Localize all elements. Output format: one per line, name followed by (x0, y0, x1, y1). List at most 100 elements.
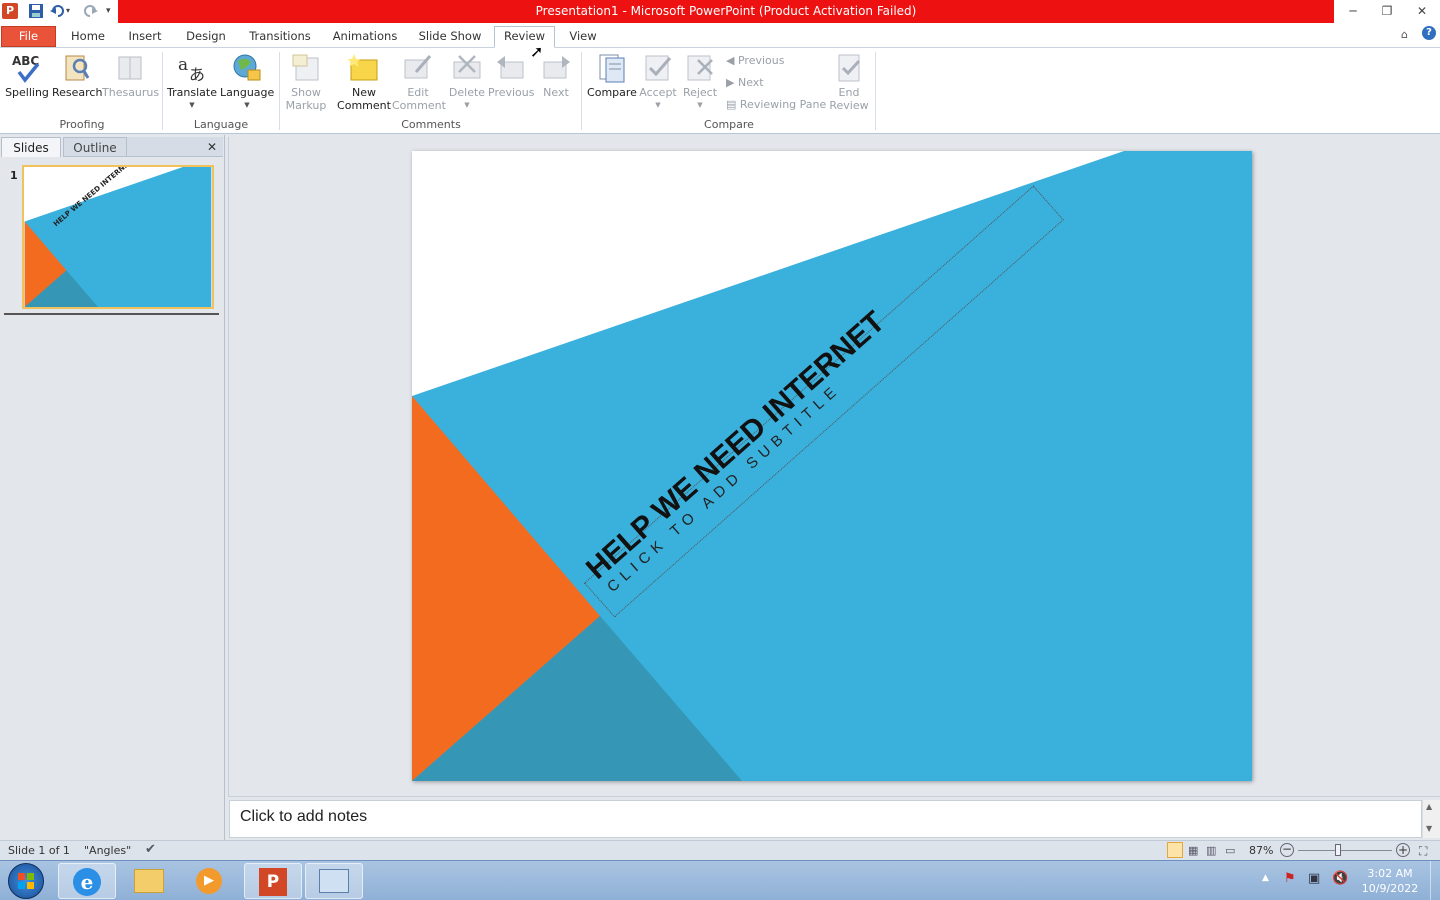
fit-to-window-icon[interactable]: ⛶ (1419, 842, 1427, 860)
language-globe-icon (231, 52, 263, 84)
scroll-up-icon[interactable]: ▲ (1426, 802, 1432, 811)
group-label-language: Language (193, 118, 249, 131)
clock-date: 10/9/2022 (1361, 882, 1419, 895)
network-icon[interactable]: ▣ (1308, 871, 1320, 886)
zoom-slider-thumb[interactable] (1335, 844, 1341, 856)
redo-icon[interactable] (82, 3, 98, 19)
tab-slide-show[interactable]: Slide Show (414, 27, 486, 48)
group-separator (875, 52, 876, 130)
reading-view-icon[interactable]: ▥ (1206, 842, 1216, 860)
slideshow-view-icon[interactable]: ▭ (1225, 842, 1235, 860)
tab-home[interactable]: Home (64, 27, 112, 48)
language-dropdown-icon: ▼ (244, 101, 250, 109)
tab-review[interactable]: Review (494, 26, 555, 48)
group-label-compare: Compare (704, 118, 754, 131)
edit-comment-button[interactable]: Edit Comment (392, 52, 446, 112)
end-review-button[interactable]: End Review (826, 52, 872, 112)
taskbar-internet-explorer[interactable]: e (58, 863, 116, 899)
spelling-button[interactable]: ABC Spelling (4, 52, 50, 99)
start-button[interactable] (8, 863, 44, 899)
reviewing-pane-button[interactable]: ▤ Reviewing Pane (726, 98, 826, 111)
show-markup-button[interactable]: Show Markup (282, 52, 330, 112)
tab-transitions[interactable]: Transitions (244, 27, 316, 48)
notes-placeholder[interactable]: Click to add notes (240, 808, 367, 826)
tab-view[interactable]: View (563, 27, 603, 48)
zoom-slider-track[interactable] (1298, 850, 1392, 851)
slide-canvas[interactable]: HELP WE NEED INTERNET CLICK TO ADD SUBTI… (412, 151, 1252, 781)
undo-icon[interactable] (50, 3, 66, 19)
previous-comment-button[interactable]: Previous (488, 52, 535, 99)
translate-dropdown-icon: ▼ (189, 101, 195, 109)
slide-background-graphic (412, 151, 1252, 781)
next-change-icon: ▶ (726, 76, 735, 89)
show-markup-icon (290, 52, 322, 84)
tab-outline[interactable]: Outline (63, 137, 127, 157)
tab-insert[interactable]: Insert (122, 27, 168, 48)
accept-dropdown-icon: ▼ (655, 101, 661, 109)
scroll-down-icon[interactable]: ▼ (1426, 824, 1432, 833)
spelling-check-icon: ABC (11, 52, 43, 84)
compare-button[interactable]: Compare (586, 52, 638, 99)
undo-dropdown-icon[interactable]: ▾ (66, 3, 76, 19)
thesaurus-button[interactable]: Thesaurus (102, 52, 159, 99)
previous-change-icon: ◀ (726, 54, 735, 67)
group-label-proofing: Proofing (59, 118, 105, 131)
minimize-button[interactable]: ─ (1338, 0, 1368, 23)
taskbar-powerpoint[interactable]: P (244, 863, 302, 899)
help-icon[interactable]: ? (1422, 26, 1436, 40)
customize-qat-icon[interactable]: ▾ (106, 3, 116, 19)
powerpoint-app-icon[interactable]: P (2, 3, 18, 19)
taskbar-file-explorer[interactable] (120, 863, 178, 899)
next-comment-icon (540, 52, 572, 84)
slide-thumbnail[interactable]: HELP WE NEED INTERNET (22, 165, 214, 309)
normal-view-icon[interactable] (1167, 842, 1183, 858)
svg-text:a: a (178, 55, 188, 75)
close-pane-icon[interactable]: ✕ (207, 140, 217, 154)
next-change-button[interactable]: ▶ Next (726, 76, 764, 89)
end-review-icon (833, 52, 865, 84)
taskbar-control-panel[interactable] (305, 863, 363, 899)
clock[interactable]: 3:02 AM 10/9/2022 (1356, 866, 1424, 896)
slide-sorter-icon[interactable]: ▦ (1188, 842, 1198, 860)
folder-icon (134, 869, 164, 893)
insertion-marker (4, 313, 219, 315)
tab-animations[interactable]: Animations (326, 27, 404, 48)
svg-text:あ: あ (189, 65, 205, 84)
restore-button[interactable]: ❐ (1372, 0, 1402, 23)
previous-change-button[interactable]: ◀ Previous (726, 54, 784, 67)
show-hidden-icons[interactable]: ▲ (1262, 873, 1269, 883)
reject-icon (684, 52, 716, 84)
delete-comment-button[interactable]: Delete ▼ (446, 52, 488, 112)
new-comment-icon (347, 52, 380, 84)
volume-muted-icon[interactable]: 🔇 (1332, 871, 1348, 886)
zoom-level[interactable]: 87% (1249, 842, 1273, 860)
taskbar-media-player[interactable]: ▶ (180, 863, 238, 899)
accept-button[interactable]: Accept ▼ (638, 52, 678, 112)
windows-logo-icon (18, 873, 34, 889)
save-icon[interactable] (28, 3, 44, 19)
translate-button[interactable]: aあ Translate ▼ (166, 52, 218, 112)
show-desktop-button[interactable] (1430, 861, 1440, 900)
group-separator (279, 52, 280, 130)
minimize-ribbon-icon[interactable]: ⌂ (1401, 28, 1408, 41)
translate-icon: aあ (176, 52, 208, 84)
language-button[interactable]: Language ▼ (220, 52, 274, 112)
action-center-flag-icon[interactable]: ⚑ (1284, 871, 1296, 886)
research-button[interactable]: Research (52, 52, 102, 99)
previous-comment-icon (495, 52, 527, 84)
close-button[interactable]: ✕ (1407, 0, 1437, 23)
reject-button[interactable]: Reject ▼ (680, 52, 720, 112)
tab-slides[interactable]: Slides (1, 137, 61, 157)
powerpoint-icon: P (259, 868, 287, 896)
reject-dropdown-icon: ▼ (697, 101, 703, 109)
slide-number: 1 (10, 169, 18, 182)
zoom-in-icon[interactable]: + (1396, 843, 1410, 857)
new-comment-button[interactable]: New Comment (336, 52, 392, 112)
theme-name: "Angles" (84, 844, 132, 857)
notes-scrollbar[interactable]: ▲ ▼ (1422, 800, 1440, 838)
tab-file[interactable]: File (1, 26, 56, 47)
zoom-out-icon[interactable]: − (1280, 843, 1294, 857)
proofing-status-icon[interactable]: ✔ (145, 841, 156, 859)
notes-pane[interactable]: Click to add notes (229, 800, 1422, 838)
tab-design[interactable]: Design (178, 27, 234, 48)
